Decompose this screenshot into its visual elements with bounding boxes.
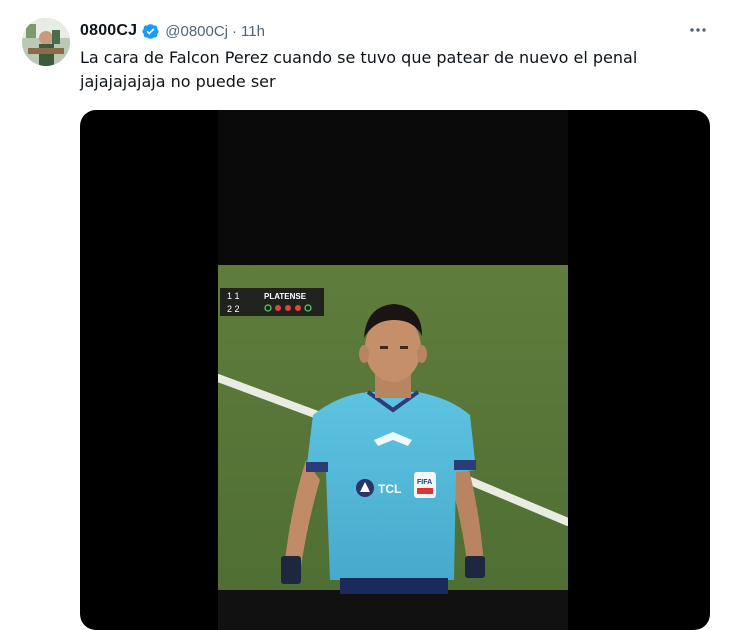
tweet-text: La cara de Falcon Perez cuando se tuvo q… [80, 48, 638, 91]
video-still: 1 1 2 2 PLATENSE TCL FIFA [218, 110, 568, 630]
separator-dot: · [232, 22, 238, 40]
scoreboard-team: PLATENSE [264, 292, 307, 301]
video-frame: 1 1 2 2 PLATENSE TCL FIFA [218, 110, 568, 630]
tweet-video[interactable]: 1 1 2 2 PLATENSE TCL FIFA [80, 110, 710, 630]
avatar[interactable] [22, 18, 70, 66]
tweet-header: 0800CJ @0800Cj · 11h [80, 20, 710, 42]
author-name[interactable]: 0800CJ [80, 22, 137, 40]
author-handle[interactable]: @0800Cj [165, 23, 228, 40]
scoreboard-row1: 1 1 [227, 291, 240, 301]
verified-badge-icon [141, 22, 160, 41]
more-options-button[interactable] [686, 18, 710, 42]
timestamp[interactable]: 11h [241, 23, 265, 40]
scoreboard: 1 1 2 2 PLATENSE [220, 288, 324, 316]
more-dots-icon [690, 28, 706, 32]
avatar-image [22, 18, 70, 66]
shirt-badge: FIFA [417, 479, 432, 486]
shirt-sponsor: TCL [378, 482, 401, 496]
scoreboard-row2: 2 2 [227, 304, 240, 314]
tweet[interactable]: 0800CJ @0800Cj · 11h La cara de Falcon P… [0, 0, 730, 630]
